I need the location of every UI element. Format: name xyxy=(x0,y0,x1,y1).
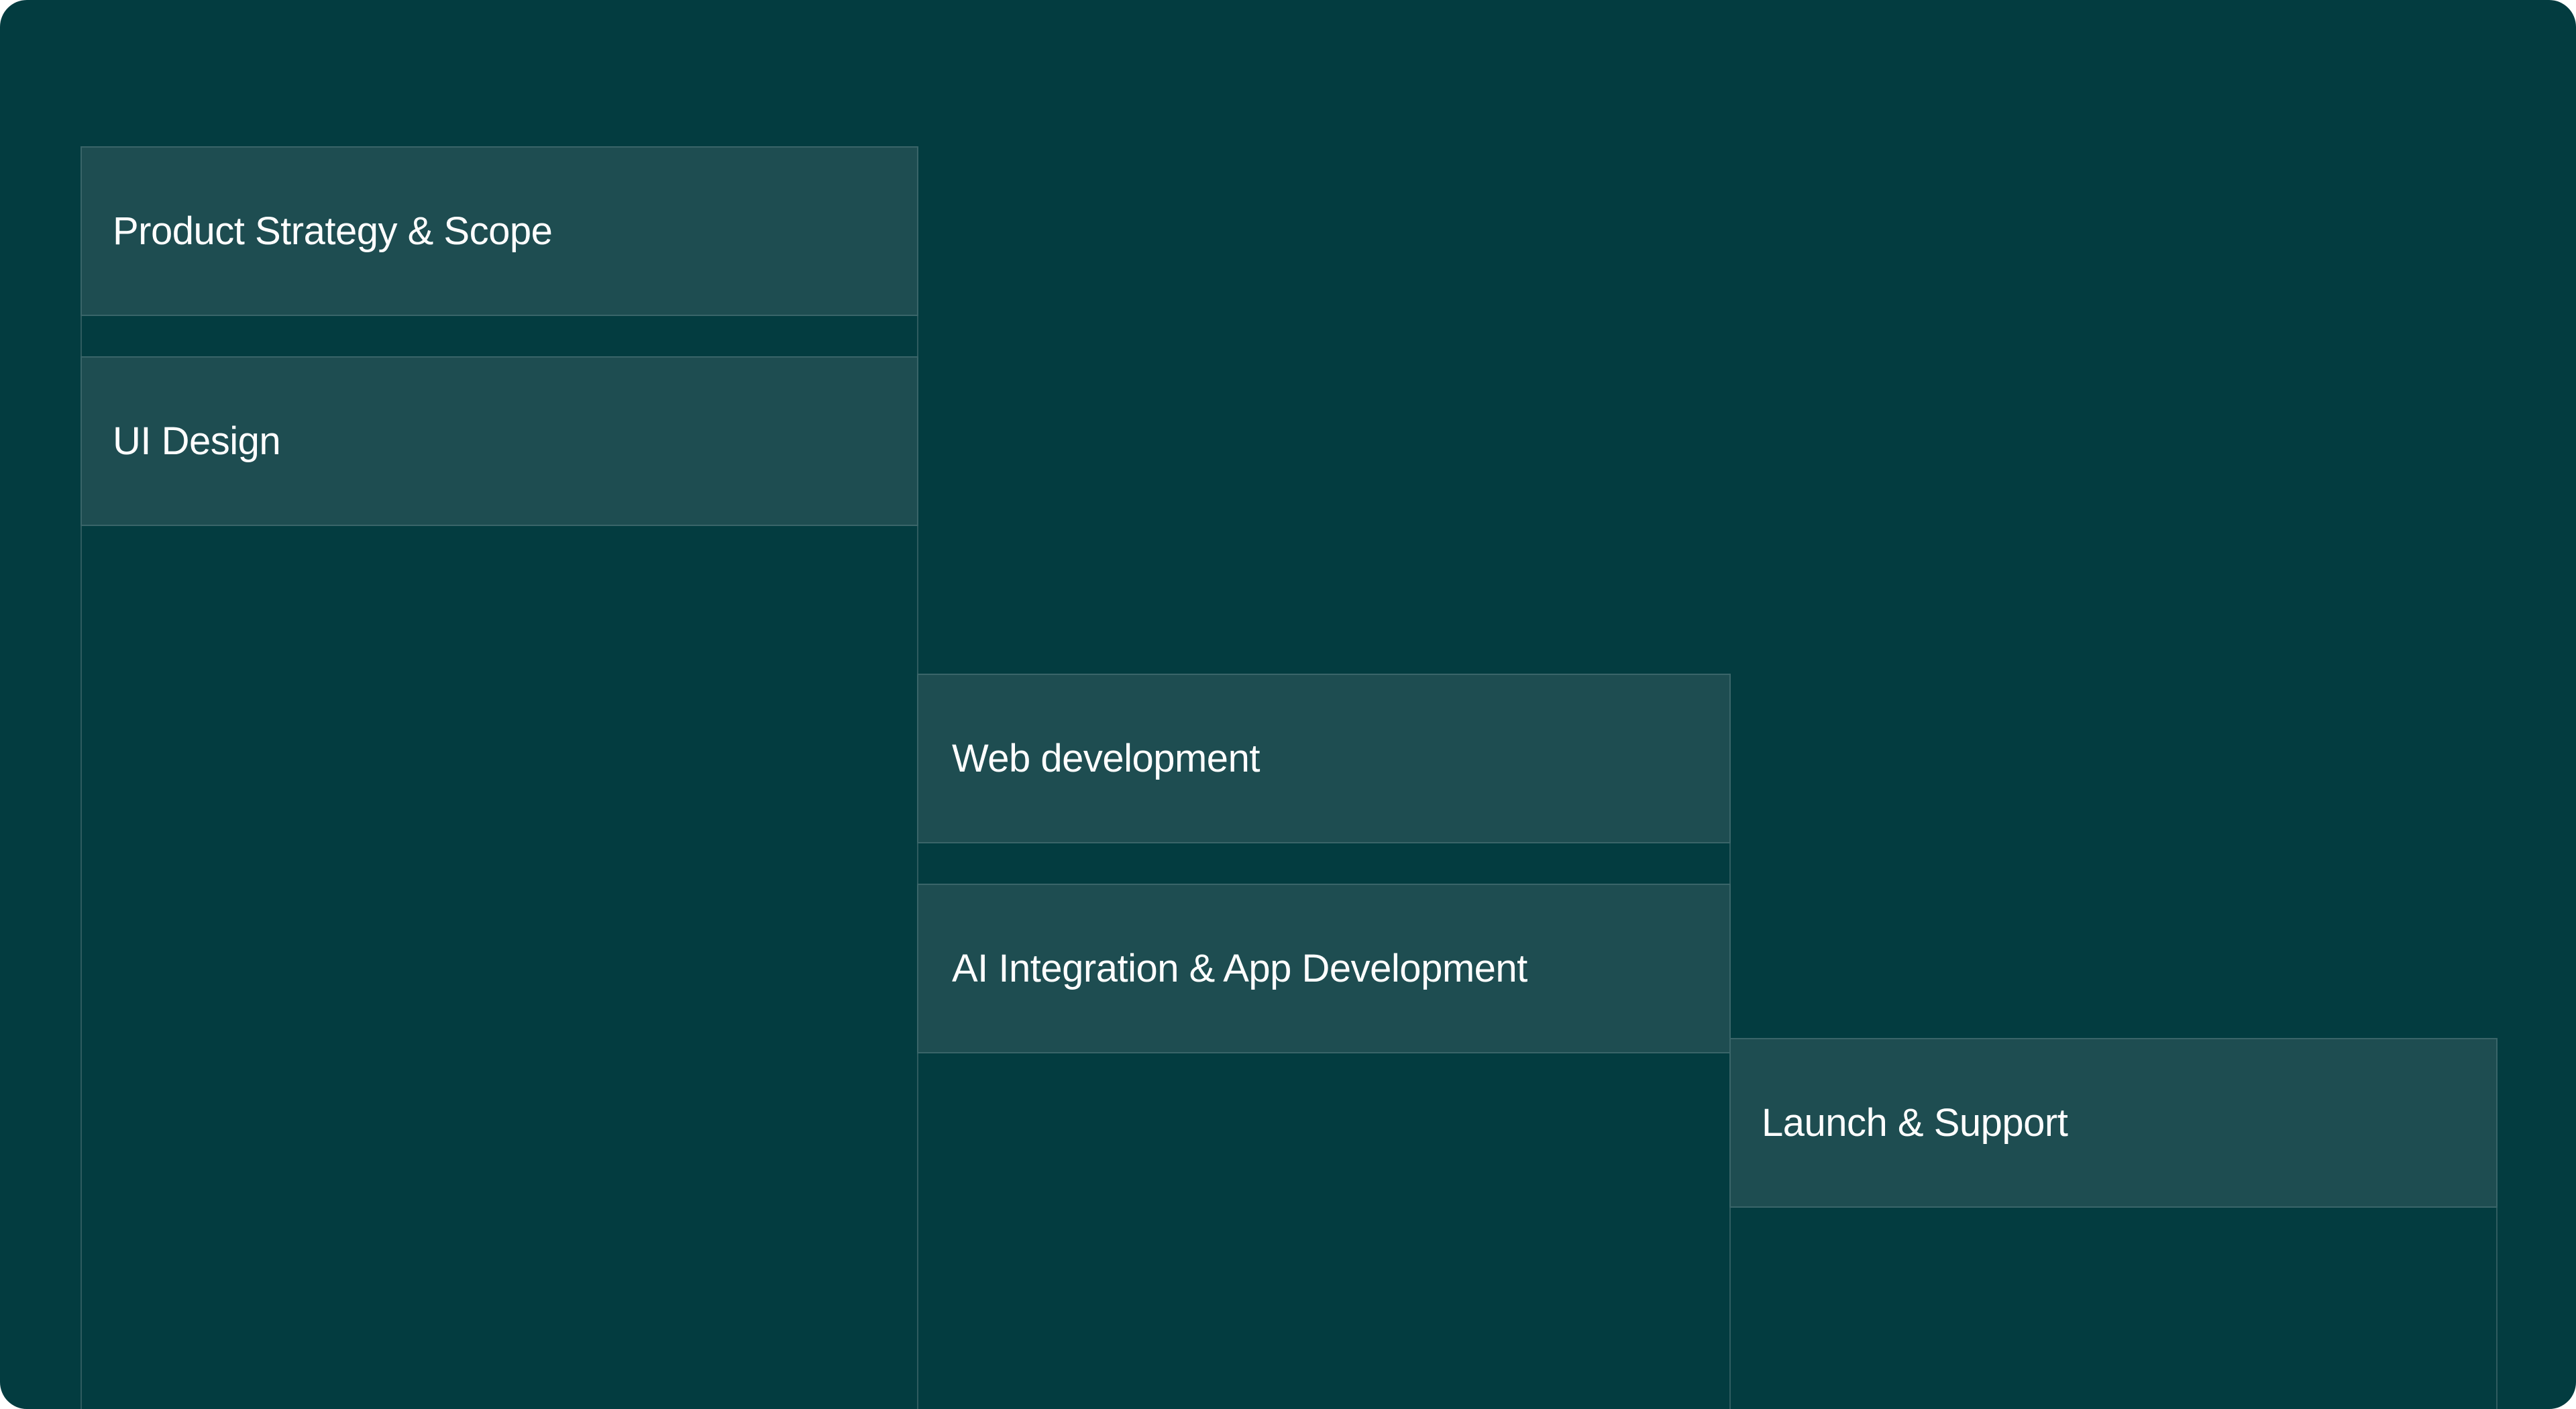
phase-label: Product Strategy & Scope xyxy=(113,209,553,253)
phase-ui-design: UI Design xyxy=(80,356,918,526)
guide-line-1 xyxy=(80,148,82,1409)
phase-label: Web development xyxy=(952,737,1260,780)
phase-product-strategy: Product Strategy & Scope xyxy=(80,146,918,316)
timeline-diagram: Product Strategy & Scope UI Design Web d… xyxy=(0,0,2576,1409)
phase-label: Launch & Support xyxy=(1762,1101,2068,1145)
phase-label: AI Integration & App Development xyxy=(952,947,1527,990)
phase-label: UI Design xyxy=(113,419,281,463)
phase-launch-support: Launch & Support xyxy=(1729,1038,2498,1208)
phase-web-development: Web development xyxy=(917,674,1731,843)
phase-ai-integration: AI Integration & App Development xyxy=(917,884,1731,1053)
